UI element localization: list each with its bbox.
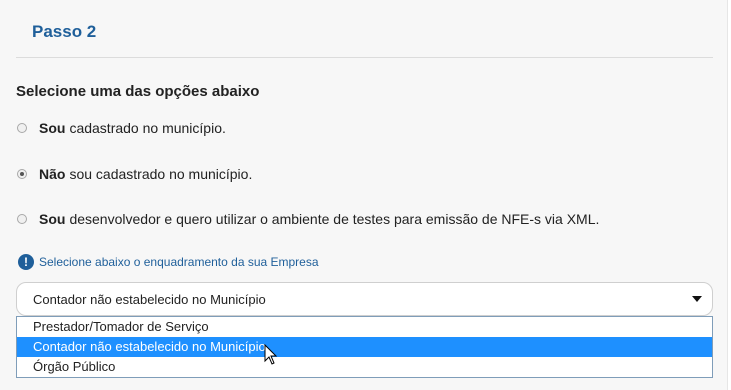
select-value: Contador não estabelecido no Município [33,291,266,307]
option-registered-label: cadastrado no município. [69,120,226,136]
company-type-select[interactable]: Contador não estabelecido no Município [16,282,713,316]
radio-developer[interactable] [17,214,27,224]
option-not-registered-label: sou cadastrado no município. [69,166,253,182]
mouse-pointer-icon [264,344,278,365]
option-developer-label: desenvolvedor e quero utilizar o ambient… [69,211,600,227]
dropdown-option-contador[interactable]: Contador não estabelecido no Município [17,337,712,357]
select-dropdown-list: Prestador/Tomador de Serviço Contador nã… [16,316,713,378]
step-panel: Passo 2 Selecione uma das opções abaixo … [0,0,728,390]
dropdown-option-orgao[interactable]: Órgão Público [17,357,712,377]
dropdown-option-prestador[interactable]: Prestador/Tomador de Serviço [17,317,712,337]
option-developer-bold: Sou [39,211,66,227]
step-title: Passo 2 [32,22,97,41]
info-hint: ! Selecione abaixo o enquadramento da su… [18,254,319,270]
option-developer[interactable]: Sou desenvolvedor e quero utilizar o amb… [17,211,599,227]
option-registered[interactable]: Sou cadastrado no município. [17,120,226,136]
option-not-registered-bold: Não [39,166,66,182]
radio-registered[interactable] [17,123,27,133]
option-registered-bold: Sou [39,120,66,136]
question-label: Selecione uma das opções abaixo [16,83,260,100]
option-not-registered[interactable]: Não sou cadastrado no município. [17,166,252,182]
radio-not-registered[interactable] [17,169,27,179]
exclamation-circle-icon: ! [18,254,34,270]
divider [16,57,713,58]
caret-down-icon[interactable] [692,296,702,302]
info-hint-text: Selecione abaixo o enquadramento da sua … [39,255,319,269]
